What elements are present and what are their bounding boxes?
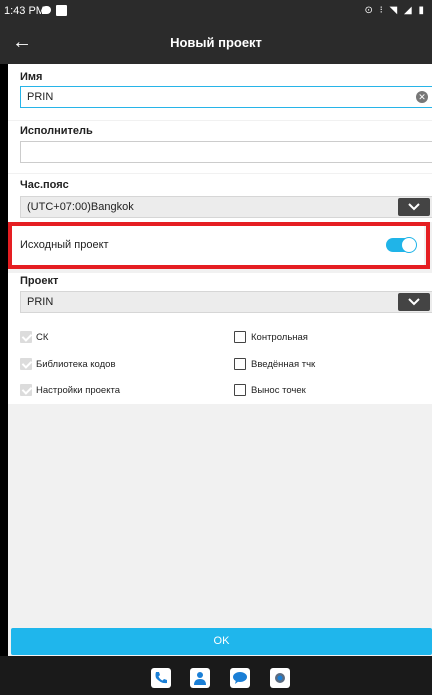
messages-icon[interactable] — [230, 668, 250, 688]
name-value: PRIN — [27, 91, 54, 103]
checkbox-sk[interactable] — [20, 331, 32, 343]
checkbox-code-library[interactable] — [20, 358, 32, 370]
checkbox-label: Контрольная — [251, 332, 308, 343]
highlight-frame — [8, 222, 430, 269]
app-notification-icon — [56, 5, 67, 16]
chevron-down-icon — [408, 203, 420, 211]
executor-label: Исполнитель — [20, 125, 93, 137]
checkbox-label: Библиотека кодов — [36, 359, 116, 370]
project-select[interactable]: PRIN — [20, 291, 432, 313]
checkbox-label: Введённая тчк — [251, 359, 316, 370]
timezone-select[interactable]: (UTC+07:00)Bangkok — [20, 196, 432, 218]
checkbox-label: Вынос точек — [251, 385, 306, 396]
clear-icon[interactable]: ✕ — [416, 91, 428, 103]
timezone-label: Час.пояс — [20, 179, 69, 191]
project-label: Проект — [20, 275, 59, 287]
camera-icon[interactable] — [270, 668, 290, 688]
page-title: Новый проект — [170, 35, 262, 50]
project-dropdown-button[interactable] — [398, 293, 430, 311]
ok-button[interactable]: OK — [11, 628, 432, 655]
chevron-down-icon — [408, 298, 420, 306]
app-bar: ← Новый проект — [0, 22, 432, 64]
checkbox-project-settings[interactable] — [20, 384, 32, 396]
navigation-bar — [0, 656, 432, 695]
form-content: Имя PRIN ✕ Исполнитель Час.пояс (UTC+07:… — [8, 64, 432, 656]
name-input[interactable]: PRIN ✕ — [20, 86, 432, 108]
phone-icon[interactable] — [151, 668, 171, 688]
project-value: PRIN — [27, 296, 54, 308]
checkbox-stakeout[interactable] — [234, 384, 246, 396]
status-icons: ⊙ ⁝ ◥ ◢ ▮ — [364, 5, 426, 16]
checkbox-entered-point[interactable] — [234, 358, 246, 370]
message-notification-icon — [42, 6, 51, 14]
contacts-icon[interactable] — [190, 668, 210, 688]
name-label: Имя — [20, 71, 43, 83]
timezone-dropdown-button[interactable] — [398, 198, 430, 216]
checkbox-label: СК — [36, 332, 49, 343]
status-time: 1:43 PM — [4, 5, 45, 17]
status-bar: 1:43 PM ⊙ ⁝ ◥ ◢ ▮ — [0, 0, 432, 22]
executor-input[interactable] — [20, 141, 432, 163]
checkbox-control[interactable] — [234, 331, 246, 343]
checkbox-label: Настройки проекта — [36, 385, 121, 396]
timezone-value: (UTC+07:00)Bangkok — [27, 201, 134, 213]
